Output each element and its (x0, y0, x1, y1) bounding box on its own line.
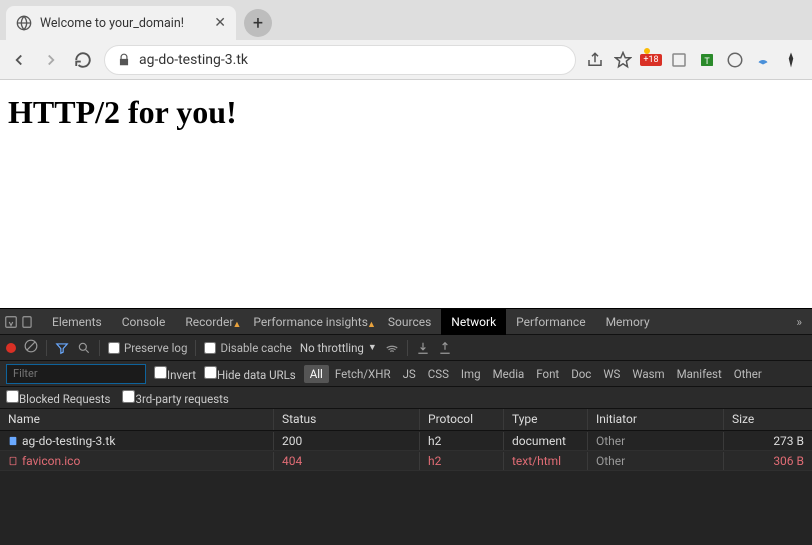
globe-icon (16, 15, 32, 31)
network-table: Name Status Protocol Type Initiator Size… (0, 409, 812, 545)
inspect-icon[interactable] (4, 315, 18, 329)
clear-button[interactable] (24, 339, 38, 356)
svg-text:T: T (704, 56, 710, 66)
devtools: Elements Console Recorder▲ Performance i… (0, 308, 812, 545)
chevron-down-icon: ▼ (368, 342, 377, 353)
tab-sources[interactable]: Sources (378, 309, 441, 335)
address-bar[interactable]: ag-do-testing-3.tk (104, 45, 576, 75)
type-filters: AllFetch/XHRJSCSSImgMediaFontDocWSWasmMa… (304, 365, 768, 383)
column-initiator[interactable]: Initiator (588, 409, 724, 430)
type-filter-css[interactable]: CSS (422, 365, 455, 383)
table-body: ag-do-testing-3.tk200h2documentOther273 … (0, 431, 812, 471)
tab-console[interactable]: Console (112, 309, 176, 335)
extension-icon-4[interactable] (754, 51, 772, 69)
column-size[interactable]: Size (724, 409, 812, 430)
column-status[interactable]: Status (274, 409, 420, 430)
network-filterbar: Invert Hide data URLs AllFetch/XHRJSCSSI… (0, 361, 812, 387)
network-conditions-icon[interactable] (385, 341, 399, 355)
blocked-requests-checkbox[interactable]: Blocked Requests (6, 390, 110, 406)
browser-tab[interactable]: Welcome to your_domain! ✕ (6, 6, 236, 40)
page-heading: HTTP/2 for you! (8, 94, 804, 131)
page-content: HTTP/2 for you! (0, 80, 812, 308)
extension-icon-5[interactable] (782, 51, 800, 69)
device-icon[interactable] (20, 315, 34, 329)
network-filterbar-2: Blocked Requests 3rd-party requests (0, 387, 812, 409)
forward-button[interactable] (40, 49, 62, 71)
tab-elements[interactable]: Elements (42, 309, 112, 335)
type-filter-other[interactable]: Other (728, 365, 768, 383)
type-filter-all[interactable]: All (304, 365, 329, 383)
file-icon (8, 455, 18, 467)
extension-badge[interactable]: +18 (642, 51, 660, 69)
tab-perf-insights[interactable]: Performance insights▲ (243, 309, 378, 335)
preview-badge-icon: ▲ (367, 312, 376, 338)
devtools-tabstrip: Elements Console Recorder▲ Performance i… (0, 309, 812, 335)
toolbar-right: +18 T (586, 51, 804, 69)
type-filter-fetchxhr[interactable]: Fetch/XHR (329, 365, 397, 383)
new-tab-button[interactable]: + (244, 9, 272, 37)
type-filter-font[interactable]: Font (530, 365, 565, 383)
preserve-log-checkbox[interactable]: Preserve log (108, 341, 187, 355)
type-filter-doc[interactable]: Doc (565, 365, 597, 383)
search-icon[interactable] (77, 341, 91, 355)
file-icon (8, 435, 18, 447)
table-row[interactable]: favicon.ico404h2text/htmlOther306 B (0, 451, 812, 471)
type-filter-js[interactable]: JS (397, 365, 422, 383)
disable-cache-checkbox[interactable]: Disable cache (204, 341, 291, 355)
column-name[interactable]: Name (0, 409, 274, 430)
type-filter-media[interactable]: Media (487, 365, 531, 383)
filter-input[interactable] (6, 364, 146, 384)
record-button[interactable] (6, 343, 16, 353)
third-party-checkbox[interactable]: 3rd-party requests (122, 390, 228, 406)
reload-button[interactable] (72, 49, 94, 71)
type-filter-manifest[interactable]: Manifest (671, 365, 728, 383)
back-button[interactable] (8, 49, 30, 71)
column-type[interactable]: Type (504, 409, 588, 430)
invert-checkbox[interactable]: Invert (154, 366, 196, 382)
network-toolbar: Preserve log Disable cache No throttling… (0, 335, 812, 361)
extension-icon-2[interactable]: T (698, 51, 716, 69)
throttling-select[interactable]: No throttling▼ (300, 341, 377, 355)
browser-chrome: Welcome to your_domain! ✕ + ag-do-testin… (0, 0, 812, 80)
url-text: ag-do-testing-3.tk (139, 52, 248, 68)
tab-strip: Welcome to your_domain! ✕ + (0, 0, 812, 40)
tab-recorder[interactable]: Recorder▲ (175, 309, 243, 335)
share-icon[interactable] (586, 51, 604, 69)
tab-memory[interactable]: Memory (596, 309, 660, 335)
hide-data-urls-checkbox[interactable]: Hide data URLs (204, 366, 296, 382)
type-filter-ws[interactable]: WS (597, 365, 626, 383)
export-icon[interactable] (438, 341, 452, 355)
tab-network[interactable]: Network (441, 309, 506, 335)
import-icon[interactable] (416, 341, 430, 355)
extension-icon-1[interactable] (670, 51, 688, 69)
lock-icon (117, 53, 131, 67)
table-header: Name Status Protocol Type Initiator Size (0, 409, 812, 431)
devtools-dock-controls[interactable] (4, 315, 42, 329)
tabs-overflow-icon[interactable]: » (790, 315, 808, 329)
tab-title: Welcome to your_domain! (40, 16, 206, 31)
close-icon[interactable]: ✕ (214, 15, 226, 31)
preview-badge-icon: ▲ (232, 312, 241, 338)
browser-toolbar: ag-do-testing-3.tk +18 T (0, 40, 812, 80)
tab-performance[interactable]: Performance (506, 309, 595, 335)
type-filter-wasm[interactable]: Wasm (626, 365, 670, 383)
star-icon[interactable] (614, 51, 632, 69)
extension-icon-3[interactable] (726, 51, 744, 69)
table-row[interactable]: ag-do-testing-3.tk200h2documentOther273 … (0, 431, 812, 451)
filter-icon[interactable] (55, 341, 69, 355)
column-protocol[interactable]: Protocol (420, 409, 504, 430)
type-filter-img[interactable]: Img (455, 365, 487, 383)
